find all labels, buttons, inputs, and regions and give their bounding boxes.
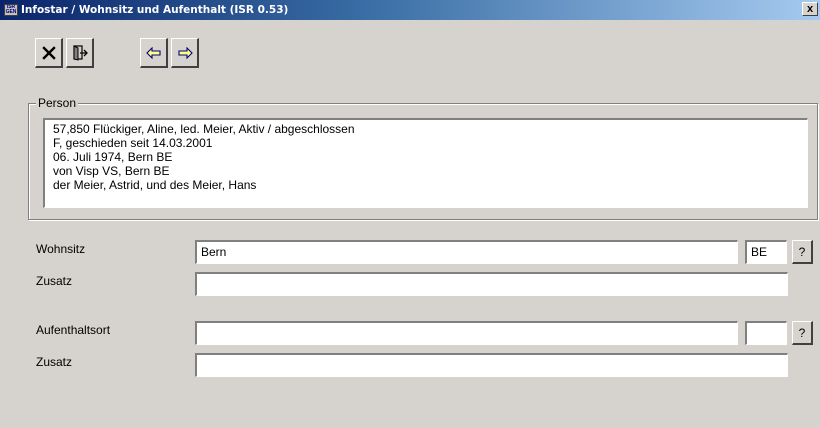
forward-button[interactable] bbox=[171, 38, 199, 68]
window-title: Infostar / Wohnsitz und Aufenthalt (ISR … bbox=[21, 4, 289, 16]
aufenthaltsort-input[interactable] bbox=[195, 321, 738, 345]
cancel-button[interactable] bbox=[35, 38, 63, 68]
app-icon: ISR GEN bbox=[4, 4, 18, 16]
main-window: ISR GEN Infostar / Wohnsitz und Aufentha… bbox=[0, 0, 820, 428]
close-button[interactable]: x bbox=[802, 2, 818, 16]
person-line-id: 57,850 Flückiger, Aline, led. Meier, Akt… bbox=[53, 122, 355, 136]
door-exit-icon bbox=[72, 44, 88, 61]
aufenthaltsort-label: Aufenthaltsort bbox=[36, 323, 111, 337]
person-line-origin: von Visp VS, Bern BE bbox=[53, 164, 170, 178]
aufenthaltsort-help-button[interactable]: ? bbox=[792, 321, 813, 345]
wohnsitz-label: Wohnsitz bbox=[36, 242, 86, 256]
title-bar[interactable]: ISR GEN Infostar / Wohnsitz und Aufentha… bbox=[0, 0, 820, 20]
person-line-birth: 06. Juli 1974, Bern BE bbox=[53, 150, 173, 164]
wohnsitz-zusatz-label: Zusatz bbox=[36, 274, 73, 288]
aufenthalt-zusatz-label: Zusatz bbox=[36, 355, 73, 369]
toolbar-navigation bbox=[140, 38, 199, 68]
aufenthaltsort-canton-input[interactable] bbox=[745, 321, 787, 345]
back-button[interactable] bbox=[140, 38, 168, 68]
arrow-left-icon bbox=[145, 46, 161, 59]
x-icon bbox=[41, 45, 56, 60]
wohnsitz-input[interactable]: Bern bbox=[195, 240, 738, 264]
wohnsitz-zusatz-input[interactable] bbox=[195, 272, 788, 296]
arrow-right-icon bbox=[177, 46, 193, 59]
person-details: 57,850 Flückiger, Aline, led. Meier, Akt… bbox=[43, 118, 808, 208]
exit-button[interactable] bbox=[66, 38, 94, 68]
wohnsitz-help-button[interactable]: ? bbox=[792, 240, 813, 264]
aufenthalt-zusatz-input[interactable] bbox=[195, 353, 788, 377]
person-group-label: Person bbox=[36, 96, 79, 110]
toolbar-actions bbox=[35, 38, 94, 68]
person-line-parents: der Meier, Astrid, und des Meier, Hans bbox=[53, 178, 257, 192]
wohnsitz-canton-input[interactable]: BE bbox=[745, 240, 787, 264]
person-line-status: F, geschieden seit 14.03.2001 bbox=[53, 136, 213, 150]
